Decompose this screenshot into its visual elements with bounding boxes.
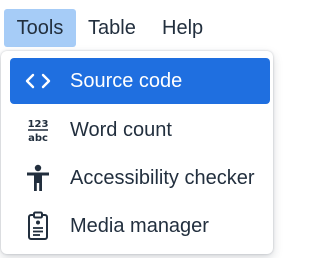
word-count-icon: 123 abc	[22, 114, 54, 146]
menu-item-label: Media manager	[70, 215, 209, 237]
media-manager-icon	[22, 210, 54, 242]
menubar-help[interactable]: Help	[162, 9, 214, 47]
menubar: Tools Table Help	[0, 0, 274, 50]
word-count-icon-letters: abc	[28, 133, 48, 144]
menu-item-label: Source code	[70, 70, 183, 92]
menu-item-label: Accessibility checker	[70, 167, 255, 189]
accessibility-icon	[22, 162, 54, 194]
menu-item-label: Word count	[70, 119, 172, 141]
menubar-table[interactable]: Table	[88, 9, 152, 47]
word-count-icon-digits: 123	[28, 119, 49, 130]
tools-dropdown-menu: Source code 123 abc Word count Accessibi…	[1, 51, 273, 254]
code-icon	[22, 65, 54, 97]
menu-item-media-manager[interactable]: Media manager	[10, 203, 270, 249]
menu-item-word-count[interactable]: 123 abc Word count	[10, 107, 270, 153]
menubar-tools[interactable]: Tools	[4, 9, 76, 47]
menu-item-source-code[interactable]: Source code	[10, 58, 270, 104]
menu-item-accessibility-checker[interactable]: Accessibility checker	[10, 155, 270, 201]
